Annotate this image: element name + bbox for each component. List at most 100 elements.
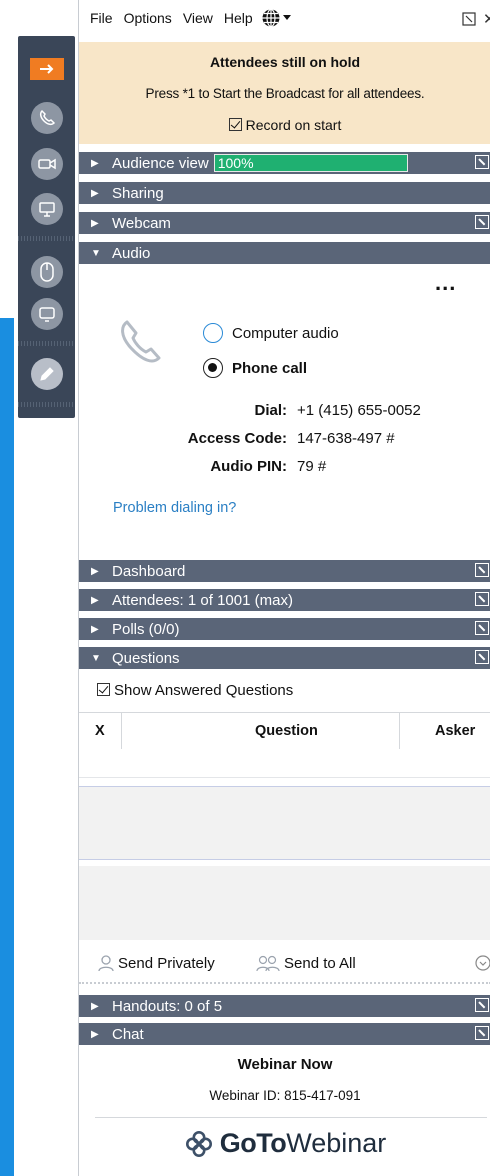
column-header-question[interactable]: Question — [255, 723, 318, 739]
menu-help[interactable]: Help — [224, 10, 253, 26]
section-label: Handouts: 0 of 5 — [112, 997, 223, 1015]
control-strip — [18, 36, 75, 418]
popout-button[interactable] — [462, 12, 476, 29]
strip-divider — [18, 236, 75, 241]
popout-icon[interactable] — [475, 563, 489, 577]
send-privately-button[interactable]: Send Privately — [97, 954, 215, 972]
monitor-icon — [39, 202, 55, 217]
problem-dialing-link[interactable]: Problem dialing in? — [113, 500, 236, 516]
popout-icon[interactable] — [475, 621, 489, 635]
popout-icon[interactable] — [475, 215, 489, 229]
send-to-all-button[interactable]: Send to All — [255, 954, 356, 972]
computer-audio-label: Computer audio — [232, 325, 339, 342]
chevron-down-circle-icon — [475, 955, 490, 971]
popout-icon[interactable] — [475, 650, 489, 664]
popout-icon[interactable] — [475, 155, 489, 169]
gotowebinar-flower-icon — [185, 1130, 212, 1157]
expanded-triangle-icon: ▼ — [91, 247, 101, 259]
section-chat[interactable]: ▶ Chat — [79, 1023, 490, 1045]
group-icon — [256, 955, 280, 972]
column-header-x[interactable]: X — [95, 723, 105, 739]
send-to-all-label: Send to All — [284, 954, 356, 972]
section-questions[interactable]: ▼ Questions — [79, 647, 490, 669]
collapsed-triangle-icon: ▶ — [91, 187, 99, 199]
audio-pin-value: 79 # — [297, 458, 327, 475]
section-label: Polls (0/0) — [112, 620, 180, 638]
answer-input[interactable] — [79, 866, 490, 940]
column-header-asker[interactable]: Asker — [435, 723, 475, 739]
questions-list[interactable] — [79, 749, 490, 778]
section-sharing[interactable]: ▶ Sharing — [79, 182, 490, 204]
question-detail-area — [79, 786, 490, 860]
send-privately-label: Send Privately — [118, 954, 215, 972]
menu-file[interactable]: File — [90, 10, 113, 26]
chevron-down-icon — [282, 15, 291, 20]
logo-goto-text: GoTo — [219, 1128, 287, 1158]
menu-bar: File Options View Help ✕ — [79, 0, 490, 36]
section-handouts[interactable]: ▶ Handouts: 0 of 5 — [79, 995, 490, 1017]
menu-options[interactable]: Options — [124, 10, 172, 26]
checkbox-icon — [228, 118, 242, 131]
mouse-control-button[interactable] — [31, 256, 63, 288]
send-row: Send Privately Send to All — [79, 944, 490, 984]
hold-message: Press *1 to Start the Broadcast for all … — [145, 86, 425, 101]
column-divider — [399, 713, 400, 749]
screen-share-button[interactable] — [31, 193, 63, 225]
logo-webinar-text: Webinar — [286, 1128, 387, 1158]
section-polls[interactable]: ▶ Polls (0/0) — [79, 618, 490, 640]
section-dashboard[interactable]: ▶ Dashboard — [79, 560, 490, 582]
drawing-tools-button[interactable] — [31, 358, 63, 390]
section-audio[interactable]: ▼ Audio — [79, 242, 490, 264]
dial-number: +1 (415) 655-0052 — [297, 402, 421, 419]
keyboard-mouse-button[interactable] — [31, 298, 63, 330]
audio-button[interactable] — [31, 102, 63, 134]
footer-divider — [95, 1117, 487, 1118]
person-icon — [98, 955, 114, 972]
control-panel: File Options View Help ✕ Attendees still… — [78, 0, 490, 1176]
collapsed-triangle-icon: ▶ — [91, 217, 99, 229]
arrow-right-icon — [40, 64, 54, 74]
strip-divider — [18, 402, 75, 407]
show-hide-panel-button[interactable] — [30, 58, 64, 80]
mouse-icon — [40, 262, 54, 282]
globe-icon — [262, 8, 280, 28]
audio-pin-label: Audio PIN: — [210, 458, 287, 475]
send-options-button[interactable] — [475, 955, 490, 974]
hold-banner: Attendees still on hold Press *1 to Star… — [79, 42, 490, 144]
collapsed-triangle-icon: ▶ — [91, 623, 99, 635]
strip-divider — [18, 341, 75, 346]
section-label: Dashboard — [112, 562, 186, 580]
close-icon[interactable]: ✕ — [483, 10, 490, 28]
section-webcam[interactable]: ▶ Webcam — [79, 212, 490, 234]
show-answered-label: Show Answered Questions — [114, 682, 294, 699]
webcam-button[interactable] — [31, 148, 63, 180]
collapsed-triangle-icon: ▶ — [91, 157, 99, 169]
popout-icon[interactable] — [475, 998, 489, 1012]
phone-call-label: Phone call — [232, 360, 308, 377]
phone-icon — [121, 320, 161, 363]
section-label: Attendees: 1 of 1001 (max) — [112, 591, 293, 609]
section-label: Chat — [112, 1025, 144, 1043]
computer-audio-radio[interactable] — [203, 323, 223, 343]
section-label: Webcam — [112, 214, 171, 232]
section-audience-view[interactable]: ▶ Audience view 100% — [79, 152, 490, 174]
popout-icon[interactable] — [475, 1026, 489, 1040]
collapsed-triangle-icon: ▶ — [91, 594, 99, 606]
access-code-value: 147-638-497 # — [297, 430, 395, 447]
menu-view[interactable]: View — [183, 10, 213, 26]
expanded-triangle-icon: ▼ — [91, 652, 101, 664]
language-menu[interactable] — [261, 8, 291, 28]
camera-icon — [38, 158, 56, 170]
show-answered-checkbox[interactable]: Show Answered Questions — [97, 682, 293, 699]
popout-icon[interactable] — [475, 592, 489, 606]
collapsed-triangle-icon: ▶ — [91, 1000, 99, 1012]
section-attendees[interactable]: ▶ Attendees: 1 of 1001 (max) — [79, 589, 490, 611]
popout-icon — [462, 12, 476, 26]
section-label: Audio — [112, 244, 151, 262]
audio-more-options[interactable]: ... — [435, 270, 456, 296]
record-on-start-checkbox[interactable]: Record on start — [79, 117, 490, 133]
section-label: Audience view — [112, 154, 209, 172]
phone-call-radio[interactable] — [203, 358, 223, 378]
collapsed-triangle-icon: ▶ — [91, 565, 99, 577]
gotowebinar-logo: GoTo Webinar — [79, 1128, 490, 1159]
